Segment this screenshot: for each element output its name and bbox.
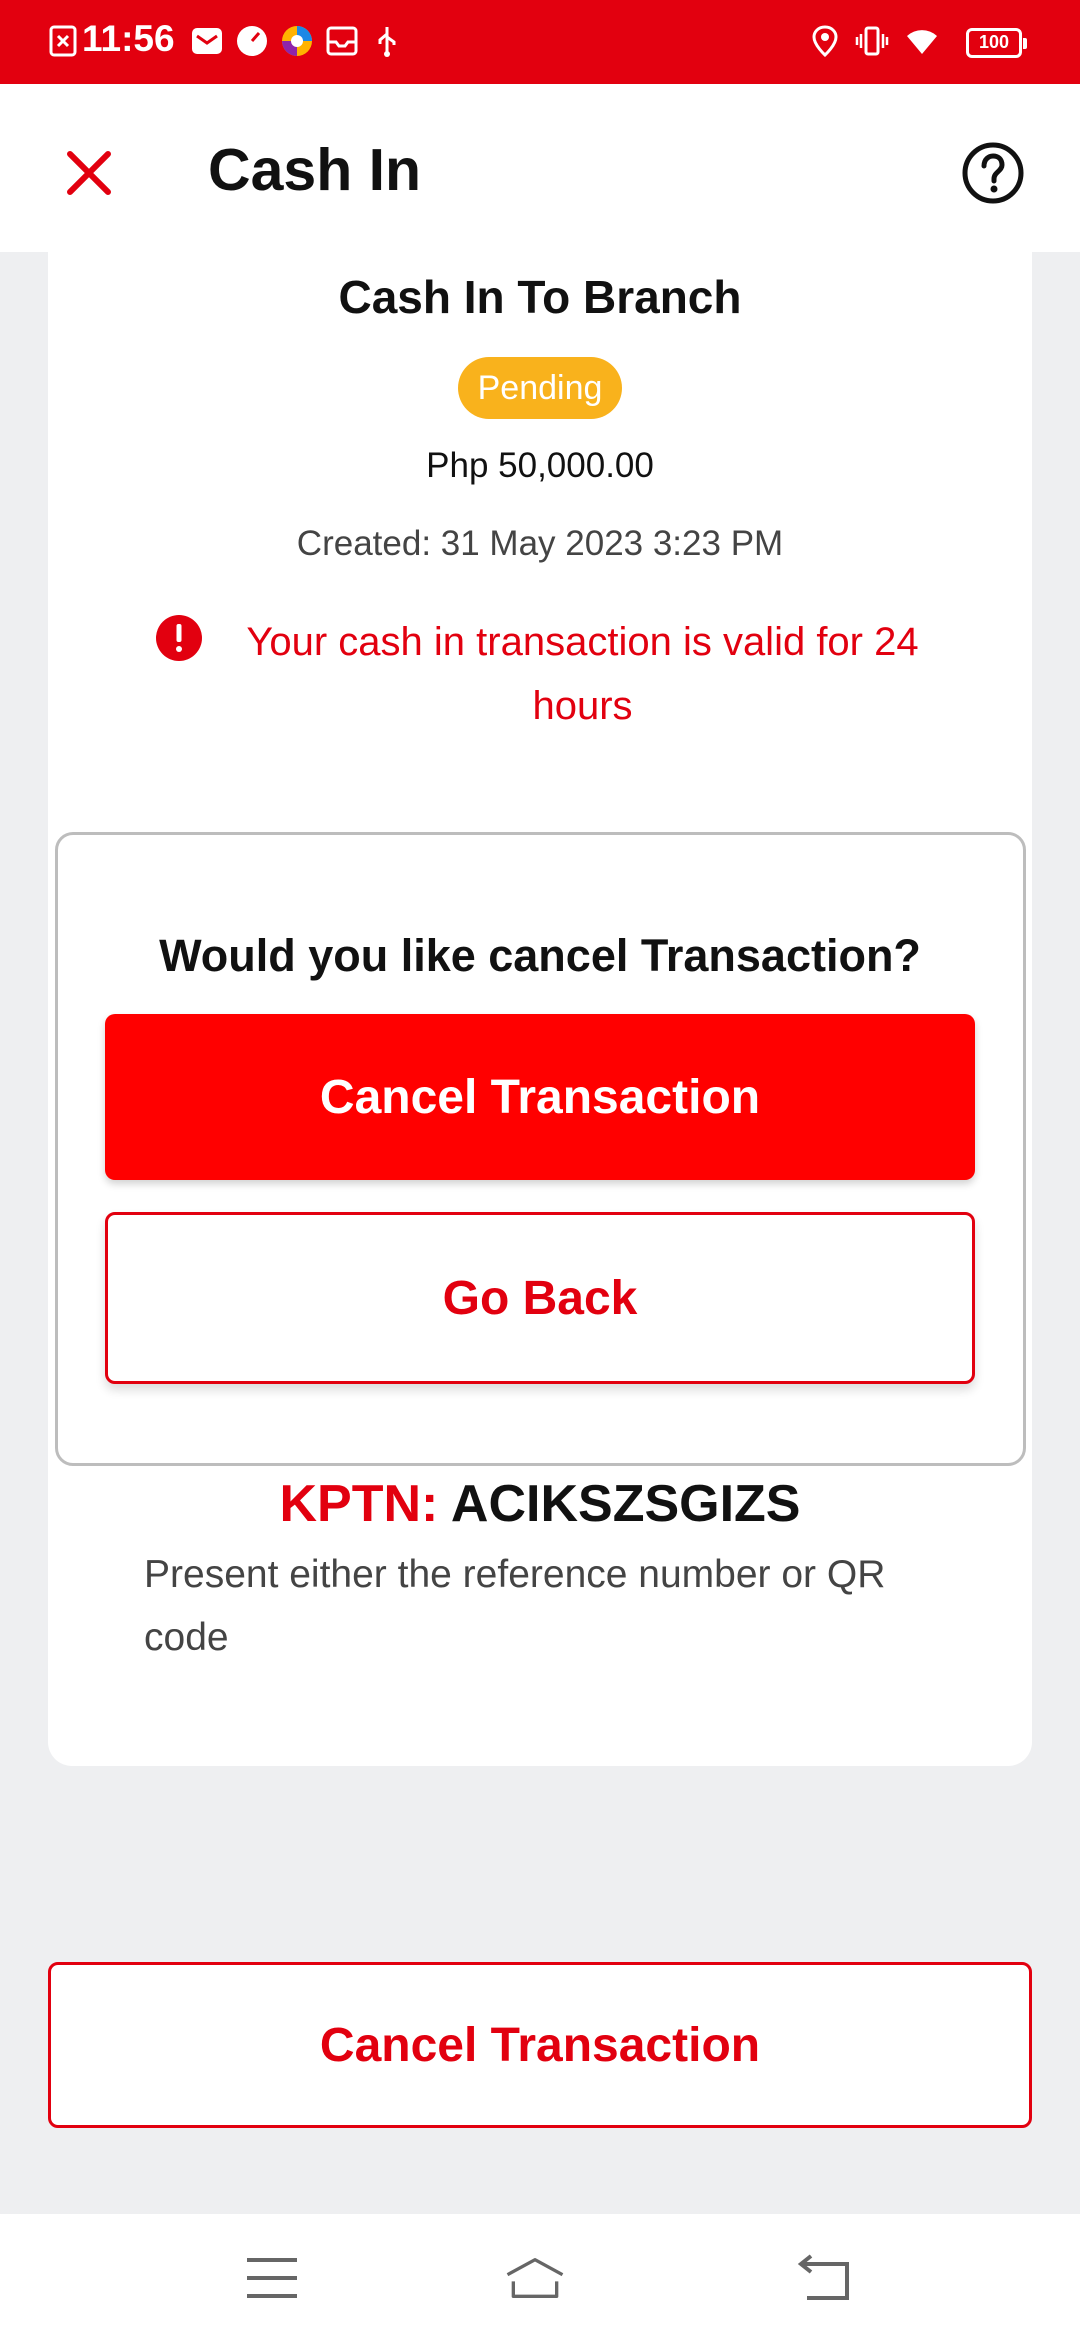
mail-icon <box>192 28 222 54</box>
system-nav-bar <box>0 2214 1080 2340</box>
status-time: 11:56 <box>82 18 175 59</box>
wifi-icon <box>907 30 937 54</box>
alert-icon <box>156 615 202 661</box>
dialog-question: Would you like cancel Transaction? <box>159 930 921 981</box>
speed-icon <box>237 26 267 56</box>
close-icon <box>67 151 111 195</box>
usb-icon <box>378 27 396 57</box>
cancel-transaction-button[interactable]: Cancel Transaction <box>48 1962 1032 2128</box>
help-button[interactable] <box>958 138 1028 208</box>
inbox-icon <box>326 26 358 56</box>
close-button[interactable] <box>58 142 120 204</box>
transaction-title: Cash In To Branch <box>338 271 742 323</box>
status-badge: Pending <box>458 357 622 419</box>
created-date: Created: 31 May 2023 3:23 PM <box>296 524 784 563</box>
back-icon <box>797 2254 849 2300</box>
kptn-label: KPTN: <box>279 1475 439 1533</box>
app-header: Cash In <box>0 84 1080 252</box>
validity-warning: Your cash in transaction is valid for 24… <box>246 620 919 728</box>
transaction-amount: Php 50,000.00 <box>426 446 654 485</box>
screenshot-icon <box>49 25 77 57</box>
confirm-cancel-button[interactable]: Cancel Transaction <box>105 1014 975 1180</box>
home-button[interactable] <box>505 2250 565 2306</box>
reference-instruction: Present either the reference number or Q… <box>144 1553 886 1659</box>
kptn-reference: KPTN: ACIKSZSGIZS <box>0 1474 1080 1534</box>
battery-icon: 100 <box>966 28 1027 58</box>
location-icon <box>812 25 838 58</box>
menu-icon <box>247 2258 297 2298</box>
menu-button[interactable] <box>242 2250 302 2306</box>
browser-icon <box>282 26 312 56</box>
go-back-button[interactable]: Go Back <box>105 1212 975 1384</box>
home-icon <box>506 2258 564 2298</box>
page-title: Cash In <box>208 137 422 203</box>
vibrate-icon <box>855 26 889 56</box>
status-bar: 11:56 100 <box>0 0 1080 84</box>
help-icon <box>962 142 1024 204</box>
back-button[interactable] <box>795 2250 855 2306</box>
kptn-value: ACIKSZSGIZS <box>450 1475 801 1533</box>
